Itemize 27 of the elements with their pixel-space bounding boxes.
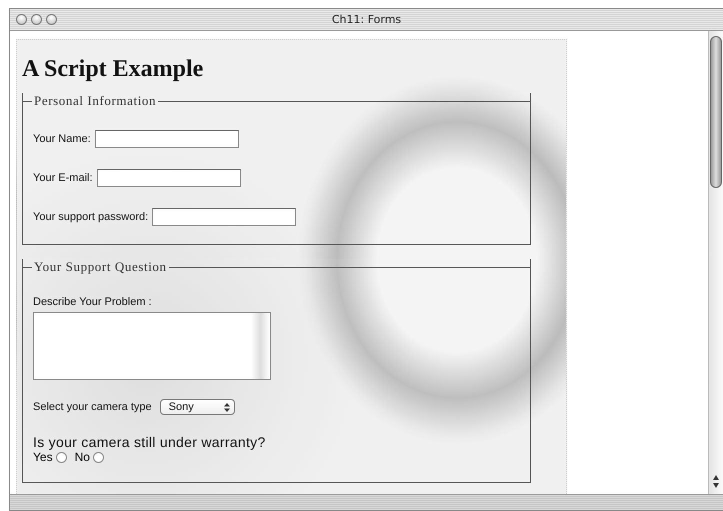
window-title: Ch11: Forms bbox=[332, 13, 402, 26]
scrollbar[interactable] bbox=[708, 31, 723, 494]
page-heading: A Script Example bbox=[22, 55, 204, 84]
scroll-up-icon[interactable] bbox=[713, 475, 719, 480]
input-field[interactable] bbox=[94, 130, 239, 148]
field-label: Your support password: bbox=[33, 211, 148, 223]
fieldset-legend: Your Support Question bbox=[32, 259, 169, 275]
scroll-thumb[interactable] bbox=[710, 36, 722, 188]
close-button[interactable] bbox=[16, 14, 27, 25]
radio-button[interactable] bbox=[92, 452, 104, 462]
minimize-button[interactable] bbox=[31, 14, 42, 25]
field-label: Describe Your Problem : bbox=[33, 296, 152, 308]
zoom-button[interactable] bbox=[46, 14, 57, 25]
camera-dropdown[interactable]: Sony bbox=[160, 399, 235, 415]
stepper-icon bbox=[224, 402, 230, 412]
field-label: Select your camera type bbox=[33, 401, 152, 413]
text-area[interactable] bbox=[33, 312, 271, 380]
fieldset-legend: Personal Information bbox=[32, 93, 158, 109]
option-label: Yes bbox=[33, 450, 53, 464]
option-label: No bbox=[74, 450, 90, 464]
field-label: Your Name: bbox=[33, 133, 91, 145]
password-field[interactable] bbox=[152, 208, 296, 226]
question-text: Is your camera still under warranty? bbox=[33, 434, 267, 450]
field-label: Your E-mail: bbox=[33, 172, 93, 184]
radio-button[interactable] bbox=[56, 452, 67, 462]
scroll-down-icon[interactable] bbox=[713, 483, 719, 488]
input-field[interactable] bbox=[96, 169, 241, 187]
